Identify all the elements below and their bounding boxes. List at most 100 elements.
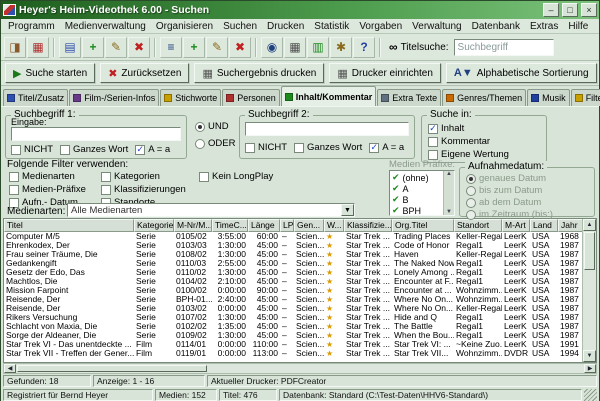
column-header-org-titel[interactable]: Org.Titel [392,219,454,232]
checkbox-medienarten[interactable]: Medienarten [9,171,86,182]
suchergebnis-drucken-button[interactable]: ▦Suchergebnis drucken [194,63,324,83]
tab-musik[interactable]: Musik [527,89,570,106]
database-button[interactable]: ▦ [27,37,49,58]
statistics-button[interactable]: ▥ [307,37,329,58]
checkbox-inhalt[interactable]: Inhalt [428,123,509,134]
delete-title-button[interactable]: ✖ [229,37,251,58]
menu-extras[interactable]: Extras [525,21,563,32]
menu-hilfe[interactable]: Hilfe [563,21,593,32]
checkbox-a-a[interactable]: A = a [135,144,170,155]
exit-button[interactable]: ◨ [4,37,26,58]
zuruecksetzen-button[interactable]: ✖Zurücksetzen [100,63,189,83]
help-button[interactable]: ? [353,37,375,58]
new-title-button[interactable]: + [183,37,205,58]
praefixe-scrollbar[interactable]: ▲ ▼ [443,171,454,215]
tab-personen[interactable]: Personen [222,89,280,106]
table-row[interactable]: Reisende, DerSerie0103/020:00:0045:00–Sc… [4,304,582,313]
tab-film-serien-infos[interactable]: Film-/Serien-Infos [69,89,159,106]
titles-button[interactable]: ≡ [160,37,182,58]
checkbox-nicht[interactable]: NICHT [11,144,53,155]
table-row[interactable]: Ehrenkodex, DerSerie0103/031:30:0045:00–… [4,241,582,250]
column-header-gen[interactable]: Gen... [294,219,324,232]
resize-grip[interactable] [584,389,597,401]
checkbox-kein-longplay[interactable]: Kein LongPlay [199,171,273,182]
checkbox-klassifizierungen[interactable]: Klassifizierungen [101,184,186,195]
menu-organisieren[interactable]: Organisieren [151,21,218,32]
tab-titel-zusatz[interactable]: Titel/Zusatz [3,89,68,106]
column-header-länge[interactable]: Länge [248,219,280,232]
tab-stichworte[interactable]: Stichworte [160,89,221,106]
scroll-down-icon[interactable]: ▼ [583,350,596,362]
medienarten-combobox[interactable]: Alle Medienarten ▼ [67,203,355,217]
checkbox-ganzes-wort[interactable]: Ganzes Wort [294,142,362,153]
checkbox-nicht[interactable]: NICHT [245,142,287,153]
column-header-kategorie[interactable]: Kategorie [134,219,174,232]
column-header-w[interactable]: W... [324,219,344,232]
scrollbar-thumb[interactable] [584,232,595,270]
titelsuche-input[interactable] [454,39,554,56]
maximize-button[interactable]: □ [562,3,578,17]
menu-programm[interactable]: Programm [3,21,60,32]
menu-datenbank[interactable]: Datenbank [467,21,525,32]
suchbegriff2-input[interactable] [245,122,409,136]
menu-drucken[interactable]: Drucken [262,21,309,32]
alphabetische-sortierung-button[interactable]: A▼Alphabetische Sortierung [446,63,597,83]
prefix-item-bph[interactable]: ✔BPH [390,205,443,215]
scroll-right-icon[interactable]: ▶ [584,364,596,373]
prefix-item-ohne[interactable]: ✔(ohne) [390,172,443,183]
vertical-scrollbar[interactable]: ▲ ▼ [582,219,596,362]
table-row[interactable]: Schlacht von Maxia, DieSerie0102/021:35:… [4,322,582,331]
checkbox-ganzes-wort[interactable]: Ganzes Wort [60,144,128,155]
column-header-jahr[interactable]: Jahr [558,219,582,232]
print-button[interactable]: ▦ [284,37,306,58]
column-header-timec[interactable]: TimeC... [212,219,248,232]
column-header-m-art[interactable]: M-Art [502,219,530,232]
table-row[interactable]: Gesetz der Edo, DasSerie0110/021:30:0045… [4,268,582,277]
radio-ab-dem-datum[interactable]: ab dem Datum [466,197,553,208]
column-header-lp[interactable]: LP [280,219,294,232]
column-header-m-nr-m[interactable]: M-Nr/M... [174,219,212,232]
radio-im-zeitraum-bis[interactable]: im Zeitraum (bis:) [466,209,553,220]
horizontal-scrollbar[interactable]: ◀ ▶ [3,363,597,374]
table-row[interactable]: Star Trek VII - Treffen der Gener...Film… [4,349,582,358]
table-row[interactable]: Rikers VersuchungSerie0107/021:30:0045:0… [4,313,582,322]
prefix-item-b[interactable]: ✔B [390,194,443,205]
column-header-land[interactable]: Land [530,219,558,232]
checkbox-medien-präfixe[interactable]: Medien-Präfixe [9,184,86,195]
new-medium-button[interactable]: + [82,37,104,58]
minimize-button[interactable]: – [543,3,559,17]
radio-bis-zum-datum[interactable]: bis zum Datum [466,185,553,196]
menu-suchen[interactable]: Suchen [218,21,262,32]
table-row[interactable]: Computer M/5Serie0105/023:55:0060:00–Sci… [4,232,582,241]
scroll-up-icon[interactable]: ▲ [446,171,452,177]
scrollbar-thumb[interactable] [17,365,207,372]
radio-oder[interactable]: ODER [195,138,235,149]
suchbegriff1-input[interactable] [11,127,181,141]
scroll-down-icon[interactable]: ▼ [446,209,452,215]
column-header-standort[interactable]: Standort [454,219,502,232]
checkbox-kommentar[interactable]: Kommentar [428,136,509,147]
media-list-button[interactable]: ▤ [59,37,81,58]
edit-medium-button[interactable]: ✎ [105,37,127,58]
settings-button[interactable]: ✱ [330,37,352,58]
column-header-titel[interactable]: Titel [4,219,134,232]
radio-genaues-datum[interactable]: genaues Datum [466,173,553,184]
menu-vorgaben[interactable]: Vorgaben [354,21,407,32]
scroll-left-icon[interactable]: ◀ [4,364,16,373]
table-row[interactable]: Reisende, DerSerieBPH-01...2:40:0045:00–… [4,295,582,304]
menu-verwaltung[interactable]: Verwaltung [407,21,466,32]
prefix-item-a[interactable]: ✔A [390,183,443,194]
table-row[interactable]: Mission FarpointSerie0100/020:00:0090:00… [4,286,582,295]
table-row[interactable]: GedankengiftSerie0110/032:55:0045:00–Sci… [4,259,582,268]
table-row[interactable]: Machtlos, DieSerie0104/022:10:0045:00–Sc… [4,277,582,286]
menu-statistik[interactable]: Statistik [309,21,354,32]
close-button[interactable]: × [581,3,597,17]
checkbox-a-a[interactable]: A = a [369,142,404,153]
menu-medienverwaltung[interactable]: Medienverwaltung [60,21,151,32]
search-button[interactable]: ◉ [261,37,283,58]
medien-praefixe-list[interactable]: ✔(ohne)✔A✔B✔BPH ▲ ▼ [389,170,455,216]
table-row[interactable]: Frau seiner Träume, DieSerie0108/021:30:… [4,250,582,259]
tab-extra-texte[interactable]: Extra Texte [377,89,441,106]
suche-starten-button[interactable]: ▶Suche starten [5,63,95,83]
drucker-einrichten-button[interactable]: ▦Drucker einrichten [329,63,441,83]
